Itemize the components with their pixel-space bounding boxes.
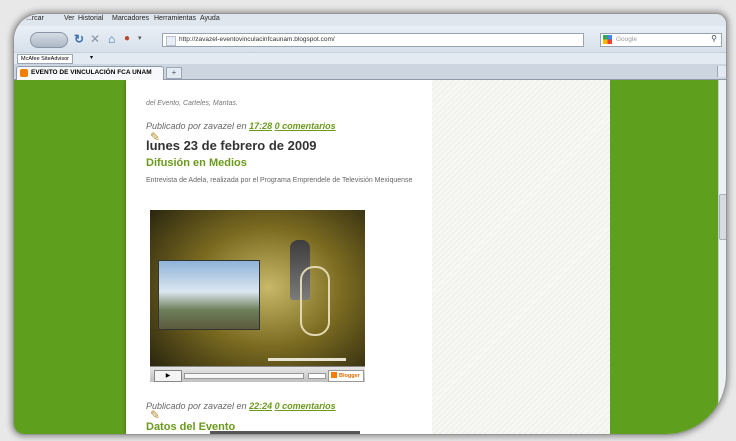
address-bar[interactable]: http://zavazel-eventovinculacinfcaunam.b…: [162, 33, 717, 47]
tab-bar: EVENTO DE VINCULACIÓN FCA UNAM +: [14, 64, 726, 80]
vertical-scrollbar[interactable]: [718, 80, 726, 434]
menu-file[interactable]: ...rcar: [26, 15, 44, 22]
tab-title[interactable]: EVENTO DE VINCULACIÓN FCA UNAM: [31, 69, 152, 76]
menu-tools[interactable]: Herramientas: [154, 15, 196, 22]
date-header: lunes 23 de febrero de 2009: [146, 138, 317, 153]
previous-post-tail: del Evento, Carteles, Mantas.: [146, 100, 238, 107]
post-footer-1-prefix: Publicado por zavazel en: [146, 121, 247, 131]
addon-dropdown-icon[interactable]: ▾: [138, 32, 142, 46]
post-2-time-link[interactable]: 22:24: [249, 401, 272, 411]
blogger-logo-icon: [331, 372, 337, 378]
post-footer-2: Publicado por zavazel en 22:24 0 comenta…: [146, 401, 336, 411]
video-overlay-bar: [268, 358, 346, 361]
mcafee-icon[interactable]: ●: [124, 32, 130, 46]
post-body-text: Entrevista de Adela, realizada por el Pr…: [146, 177, 413, 184]
video-controls: ▶ Blogger: [150, 366, 365, 382]
blogger-badge[interactable]: Blogger: [328, 370, 364, 382]
post-footer-2-prefix: Publicado por zavazel en: [146, 401, 247, 411]
stop-icon[interactable]: ✕: [90, 32, 100, 46]
post-2-comments-link[interactable]: 0 comentarios: [275, 401, 336, 411]
tab-active[interactable]: EVENTO DE VINCULACIÓN FCA UNAM: [16, 66, 164, 80]
tab-list-button[interactable]: [717, 66, 726, 77]
video-player[interactable]: ▶ Blogger: [150, 210, 365, 382]
reload-icon[interactable]: ↻: [74, 32, 84, 46]
navigation-bar: ↻ ✕ ⌂ ● ▾ http://zavazel-eventovinculaci…: [14, 26, 726, 52]
menu-view[interactable]: Ver: [64, 15, 75, 22]
menu-bookmarks[interactable]: Marcadores: [112, 15, 149, 22]
play-icon[interactable]: ▶: [154, 370, 182, 382]
mcafee-siteadvisor-button[interactable]: McAfee SiteAdvisor: [17, 54, 73, 64]
search-icon[interactable]: ⚲: [711, 34, 717, 43]
new-tab-button[interactable]: +: [166, 67, 182, 79]
search-placeholder[interactable]: Google: [616, 36, 637, 43]
blogger-favicon-icon: [20, 69, 28, 77]
video-seek-bar[interactable]: [184, 373, 304, 379]
menu-bar: ...rcar Ver Historial Marcadores Herrami…: [14, 14, 726, 26]
search-box[interactable]: Google ⚲: [600, 33, 722, 47]
post-1-time-link[interactable]: 17:28: [249, 121, 272, 131]
video-landscape-inset: [158, 260, 260, 330]
scrollbar-thumb[interactable]: [719, 194, 726, 240]
address-text[interactable]: http://zavazel-eventovinculacinfcaunam.b…: [179, 36, 335, 43]
blog-sidebar: [432, 80, 610, 434]
home-icon[interactable]: ⌂: [108, 32, 115, 46]
next-post-image-edge: [210, 431, 360, 434]
post-1-comments-link[interactable]: 0 comentarios: [275, 121, 336, 131]
video-ornament: [300, 266, 330, 336]
menu-help[interactable]: Ayuda: [200, 15, 220, 22]
browser-window: ...rcar Ver Historial Marcadores Herrami…: [14, 14, 726, 434]
post-title-difusion[interactable]: Difusión en Medios: [146, 157, 247, 169]
post-footer-1: Publicado por zavazel en 17:28 0 comenta…: [146, 121, 336, 131]
back-forward-button[interactable]: [30, 32, 68, 48]
edit-pencil-icon-2[interactable]: ✎: [150, 408, 160, 422]
video-volume-slider[interactable]: [308, 373, 326, 379]
page-viewport: del Evento, Carteles, Mantas. Publicado …: [14, 80, 726, 434]
blogger-badge-label: Blogger: [339, 373, 360, 379]
menu-history[interactable]: Historial: [78, 15, 103, 22]
mcafee-dropdown-icon[interactable]: ▾: [90, 54, 93, 61]
google-logo-icon[interactable]: [603, 35, 612, 44]
page-favicon-icon: [166, 36, 176, 46]
